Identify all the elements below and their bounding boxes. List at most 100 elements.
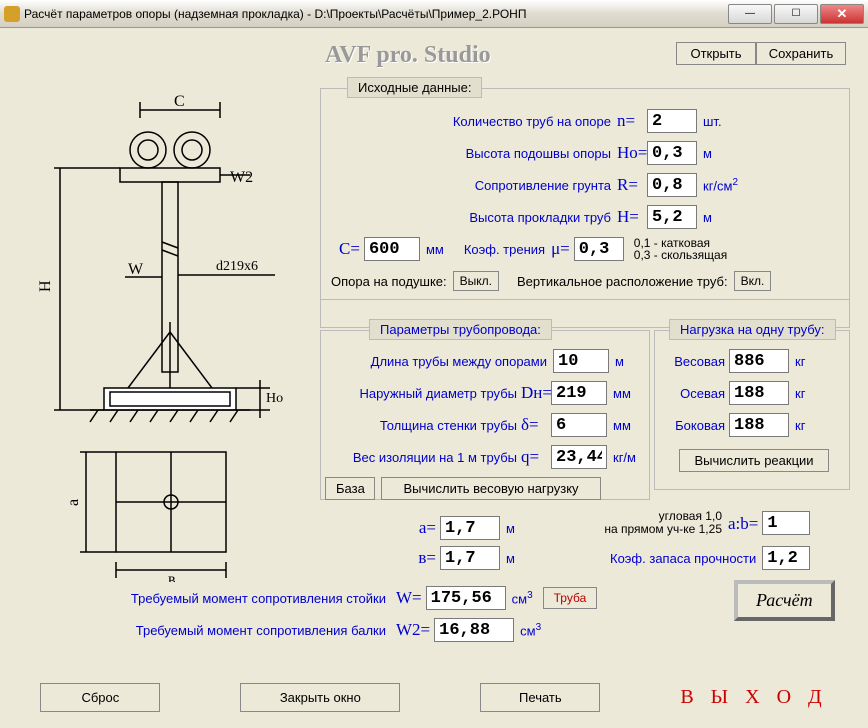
n-unit: шт.: [703, 114, 722, 129]
svg-text:Hо: Hо: [266, 391, 283, 406]
close-button[interactable]: ✕: [820, 4, 864, 24]
q-input[interactable]: [551, 445, 607, 469]
ho-label: Высота подошвы опоры: [321, 146, 611, 161]
del-input[interactable]: [551, 413, 607, 437]
pipe-params-title: Параметры трубопровода:: [369, 319, 552, 340]
side-label: Боковая: [655, 418, 725, 433]
h-input[interactable]: [647, 205, 697, 229]
ab-input[interactable]: [762, 511, 810, 535]
mu-hint: 0,1 - катковая0,3 - скользящая: [634, 237, 727, 261]
q-unit: кг/м: [613, 450, 636, 465]
reset-button[interactable]: Сброс: [40, 683, 160, 712]
a-input[interactable]: [440, 516, 500, 540]
support-diagram: C W2 H W d219x6 Hо a в: [20, 92, 310, 582]
open-button[interactable]: Открыть: [676, 42, 756, 65]
app-title: AVF pro. Studio: [325, 42, 491, 69]
dn-unit: мм: [613, 386, 631, 401]
del-label: Толщина стенки трубы: [321, 418, 517, 433]
base-button[interactable]: База: [325, 477, 375, 500]
c-input[interactable]: [364, 237, 420, 261]
source-data-section: Исходные данные: Количество труб на опор…: [320, 88, 850, 328]
exit-button[interactable]: В Ы Х О Д: [680, 686, 827, 709]
dn-input[interactable]: [551, 381, 607, 405]
minimize-button[interactable]: —: [728, 4, 772, 24]
cushion-toggle[interactable]: Выкл.: [453, 271, 499, 291]
weight-unit: кг: [795, 354, 805, 369]
ab-var: a:b=: [728, 517, 758, 530]
ho-unit: м: [703, 146, 712, 161]
n-input[interactable]: [647, 109, 697, 133]
h-unit: м: [703, 210, 712, 225]
pipe-button[interactable]: Труба: [543, 587, 598, 609]
close-window-button[interactable]: Закрыть окно: [240, 683, 400, 712]
r-label: Сопротивление грунта: [321, 178, 611, 193]
window-title: Расчёт параметров опоры (надземная прокл…: [24, 7, 728, 21]
vert-label: Вертикальное расположение труб:: [517, 274, 728, 289]
svg-text:d219x6: d219x6: [216, 259, 258, 274]
pipe-params-section: Параметры трубопровода: Длина трубы межд…: [320, 330, 650, 500]
svg-text:в: в: [168, 571, 176, 582]
svg-text:a: a: [65, 499, 82, 506]
main-panel: AVF pro. Studio Открыть Сохранить: [0, 28, 868, 728]
svg-text:H: H: [37, 280, 54, 292]
app-icon: [4, 6, 20, 22]
q-var: q=: [521, 447, 551, 467]
window-controls: — ☐ ✕: [728, 4, 864, 24]
b-unit: м: [506, 551, 515, 566]
c-var: C=: [339, 239, 360, 259]
a-unit: м: [506, 521, 515, 536]
svg-text:W2: W2: [230, 169, 253, 186]
c-unit: мм: [426, 242, 444, 257]
del-unit: мм: [613, 418, 631, 433]
len-unit: м: [615, 354, 624, 369]
weight-label: Весовая: [655, 354, 725, 369]
w2-input[interactable]: [434, 618, 514, 642]
ab-hint: угловая 1,0на прямом уч-ке 1,25: [582, 510, 722, 536]
len-label: Длина трубы между опорами: [321, 354, 547, 369]
ho-input[interactable]: [647, 141, 697, 165]
mu-input[interactable]: [574, 237, 624, 261]
dn-label: Наружный диаметр трубы: [321, 386, 517, 401]
len-input[interactable]: [553, 349, 609, 373]
calc-weight-button[interactable]: Вычислить весовую нагрузку: [381, 477, 601, 500]
r-var: R=: [617, 175, 647, 195]
w2-var: W2=: [396, 620, 430, 640]
titlebar: Расчёт параметров опоры (надземная прокл…: [0, 0, 868, 28]
del-var: δ=: [521, 415, 551, 435]
q-label: Вес изоляции на 1 м трубы: [321, 450, 517, 465]
vert-toggle[interactable]: Вкл.: [734, 271, 772, 291]
w-label: Требуемый момент сопротивления стойки: [66, 591, 386, 606]
dn-var: Dн=: [521, 383, 551, 403]
w-unit: см3: [512, 590, 533, 606]
maximize-button[interactable]: ☐: [774, 4, 818, 24]
w2-unit: см3: [520, 622, 541, 638]
safety-label: Коэф. запаса прочности: [610, 551, 756, 566]
svg-text:W: W: [128, 261, 144, 278]
mu-label: Коэф. трения: [464, 242, 545, 257]
save-button[interactable]: Сохранить: [756, 42, 846, 65]
r-unit: кг/см2: [703, 177, 738, 193]
calculate-button[interactable]: Расчёт: [734, 580, 835, 621]
axial-label: Осевая: [655, 386, 725, 401]
a-var: a=: [410, 518, 436, 538]
b-var: в=: [410, 548, 436, 568]
axial-input[interactable]: [729, 381, 789, 405]
load-section: Нагрузка на одну трубу: Весовая кг Осева…: [654, 330, 850, 490]
source-data-title: Исходные данные:: [347, 77, 482, 98]
safety-input[interactable]: [762, 546, 810, 570]
axial-unit: кг: [795, 386, 805, 401]
w-input[interactable]: [426, 586, 506, 610]
weight-input[interactable]: [729, 349, 789, 373]
calc-reactions-button[interactable]: Вычислить реакции: [679, 449, 829, 472]
side-input[interactable]: [729, 413, 789, 437]
n-label: Количество труб на опоре: [321, 114, 611, 129]
print-button[interactable]: Печать: [480, 683, 600, 712]
ho-var: Hо=: [617, 143, 647, 163]
h-var: H=: [617, 207, 647, 227]
side-unit: кг: [795, 418, 805, 433]
r-input[interactable]: [647, 173, 697, 197]
n-var: n=: [617, 111, 647, 131]
b-input[interactable]: [440, 546, 500, 570]
svg-text:C: C: [174, 93, 185, 110]
mu-var: μ=: [551, 239, 570, 259]
